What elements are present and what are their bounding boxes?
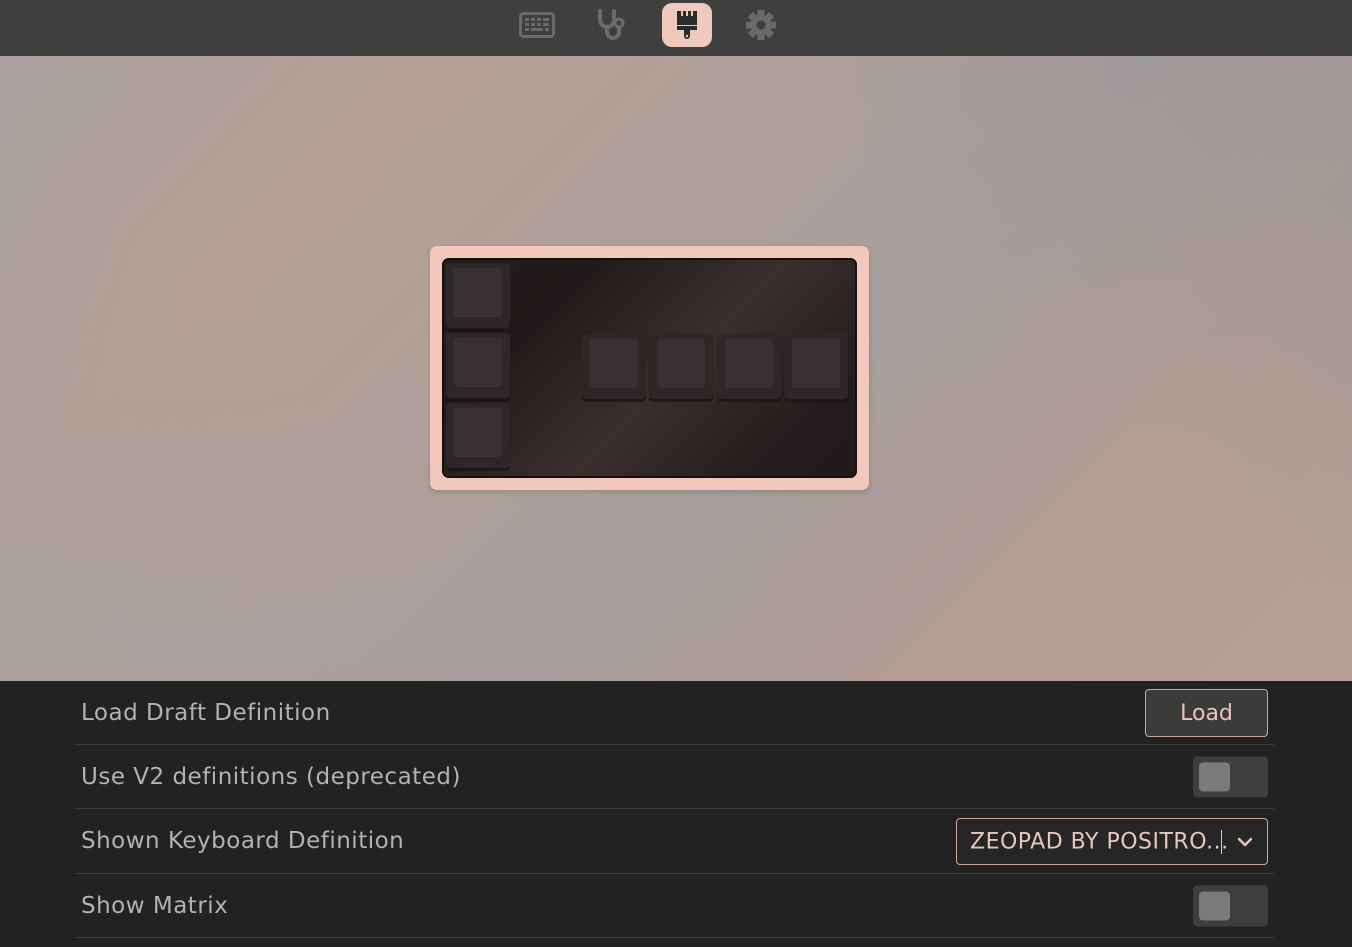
key-r1c3[interactable] [717,334,781,401]
key-r1c4[interactable] [784,334,848,401]
keycap [454,268,502,316]
nav-settings-button[interactable] [736,3,786,47]
chevron-down-icon[interactable] [1237,837,1253,847]
load-draft-row: Load Draft Definition Load [74,681,1274,745]
keycap [454,408,502,456]
load-button[interactable]: Load [1145,689,1268,737]
shown-definition-row: Shown Keyboard Definition ZEOPAD BY POSI… [74,809,1274,874]
keyboard-definition-select[interactable]: ZEOPAD BY POSITRO... [956,818,1268,865]
show-matrix-row: Show Matrix [74,874,1274,938]
keycap [657,339,705,387]
nav-keyboard-button[interactable] [512,3,562,47]
use-v2-label: Use V2 definitions (deprecated) [81,763,461,790]
select-separator [1221,830,1222,854]
keycap [590,339,638,387]
show-matrix-label: Show Matrix [81,892,229,919]
nav-design-button[interactable] [662,3,712,47]
top-nav-bar [0,0,1352,56]
load-draft-label: Load Draft Definition [81,699,331,726]
keyboard-preview-area [0,56,1352,681]
stethoscope-icon [598,9,625,40]
keycap [454,338,502,386]
use-v2-toggle[interactable] [1193,756,1268,797]
nav-debug-button[interactable] [586,3,636,47]
show-matrix-toggle[interactable] [1193,885,1268,926]
keyboard-plate [442,258,857,478]
key-r1c2[interactable] [649,334,713,401]
keycap [725,339,773,387]
key-r1c0[interactable] [446,333,510,400]
shown-definition-label: Shown Keyboard Definition [81,828,405,854]
paintbrush-icon [677,11,697,39]
keyboard-case [430,246,869,490]
toggle-knob [1199,891,1230,920]
use-v2-row: Use V2 definitions (deprecated) [74,745,1274,809]
keycap [792,339,840,387]
settings-panel: Load Draft Definition Load Use V2 defini… [74,681,1274,938]
keyboard-icon [519,12,555,38]
key-r1c1[interactable] [582,334,646,401]
selected-definition-value: ZEOPAD BY POSITRO... [970,829,1229,854]
toggle-knob [1199,762,1230,791]
key-r2c0[interactable] [446,403,510,470]
key-r0c0[interactable] [446,263,510,330]
gear-icon [746,10,776,40]
